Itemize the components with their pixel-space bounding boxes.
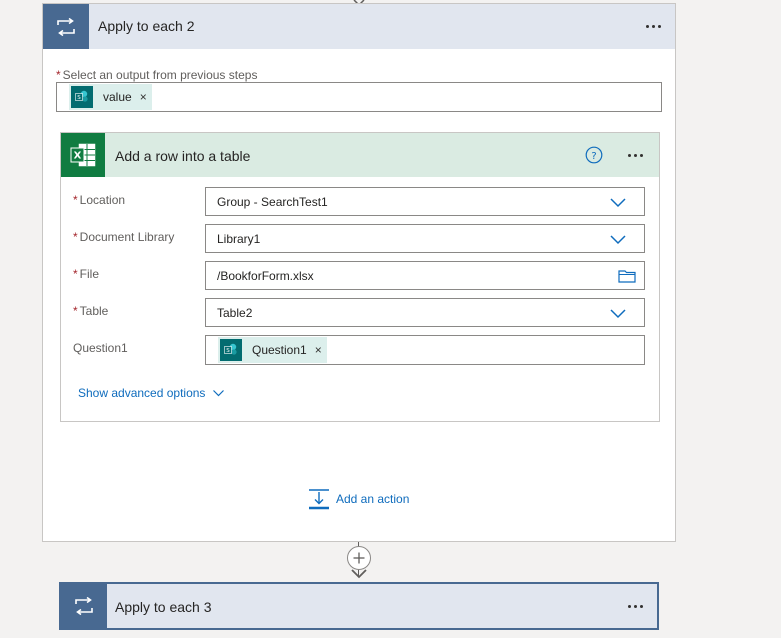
document-library-dropdown[interactable]: Library1 [205, 224, 645, 253]
add-row-into-table-header[interactable]: X Add a row into a table ? [61, 133, 659, 177]
table-label: * Table [73, 304, 109, 318]
add-row-into-table-title: Add a row into a table [115, 148, 251, 164]
apply-to-each-2-header[interactable]: Apply to each 2 [43, 4, 675, 49]
apply-to-each-3-card[interactable]: Apply to each 3 [59, 582, 659, 630]
remove-value-token-icon[interactable]: × [140, 90, 147, 104]
svg-text:S: S [226, 348, 230, 354]
sharepoint-icon: S [71, 86, 93, 108]
select-output-input[interactable]: S value × [56, 82, 662, 112]
file-label: * File [73, 267, 100, 281]
loop-arrows-icon [43, 4, 89, 49]
svg-text:?: ? [591, 151, 596, 162]
connector-arrow-icon [351, 569, 367, 579]
add-action-icon [309, 489, 329, 510]
value-token[interactable]: S value × [69, 84, 152, 110]
excel-icon: X [61, 133, 105, 177]
location-value: Group - SearchTest1 [217, 195, 328, 209]
insert-step-button[interactable] [347, 546, 371, 570]
apply-to-each-2-card: Apply to each 2 * Select an output from p… [42, 3, 676, 542]
flow-designer-canvas: Apply to each 2 * Select an output from p… [0, 0, 781, 638]
question1-input[interactable]: S Question1 × [205, 335, 645, 365]
document-library-value: Library1 [217, 232, 261, 246]
show-advanced-options-label: Show advanced options [78, 386, 206, 400]
chevron-down-icon [213, 389, 225, 396]
question1-token-label: Question1 [252, 343, 307, 357]
more-options-icon[interactable] [622, 145, 648, 165]
sharepoint-icon: S [220, 339, 242, 361]
value-token-label: value [103, 90, 132, 104]
help-icon[interactable]: ? [585, 146, 603, 164]
apply-to-each-3-title: Apply to each 3 [115, 599, 212, 615]
chevron-down-icon [610, 235, 626, 245]
question1-token[interactable]: S Question1 × [218, 337, 327, 363]
more-options-icon[interactable] [622, 596, 648, 616]
location-dropdown[interactable]: Group - SearchTest1 [205, 187, 645, 216]
location-label: * Location [73, 193, 126, 207]
show-advanced-options-link[interactable]: Show advanced options [78, 386, 225, 400]
svg-text:X: X [74, 151, 82, 162]
document-library-label: * Document Library [73, 230, 175, 244]
chevron-down-icon [610, 198, 626, 208]
add-an-action-label: Add an action [336, 492, 410, 506]
chevron-down-icon [610, 309, 626, 319]
plus-icon [353, 552, 365, 564]
remove-question1-token-icon[interactable]: × [315, 343, 322, 357]
add-an-action-button[interactable]: Add an action [308, 488, 409, 510]
file-picker[interactable]: /BookforForm.xlsx [205, 261, 645, 290]
select-output-label: * Select an output from previous steps [56, 68, 258, 82]
table-dropdown[interactable]: Table2 [205, 298, 645, 327]
folder-icon[interactable] [618, 269, 636, 283]
more-options-icon[interactable] [640, 16, 666, 36]
question1-label: Question1 [73, 341, 128, 355]
file-value: /BookforForm.xlsx [217, 269, 314, 283]
add-row-into-table-card: X Add a row into a table ? * Location Gro… [60, 132, 660, 422]
svg-text:S: S [77, 95, 81, 101]
table-value: Table2 [217, 306, 253, 320]
apply-to-each-2-title: Apply to each 2 [98, 18, 195, 34]
loop-arrows-icon [61, 584, 107, 628]
